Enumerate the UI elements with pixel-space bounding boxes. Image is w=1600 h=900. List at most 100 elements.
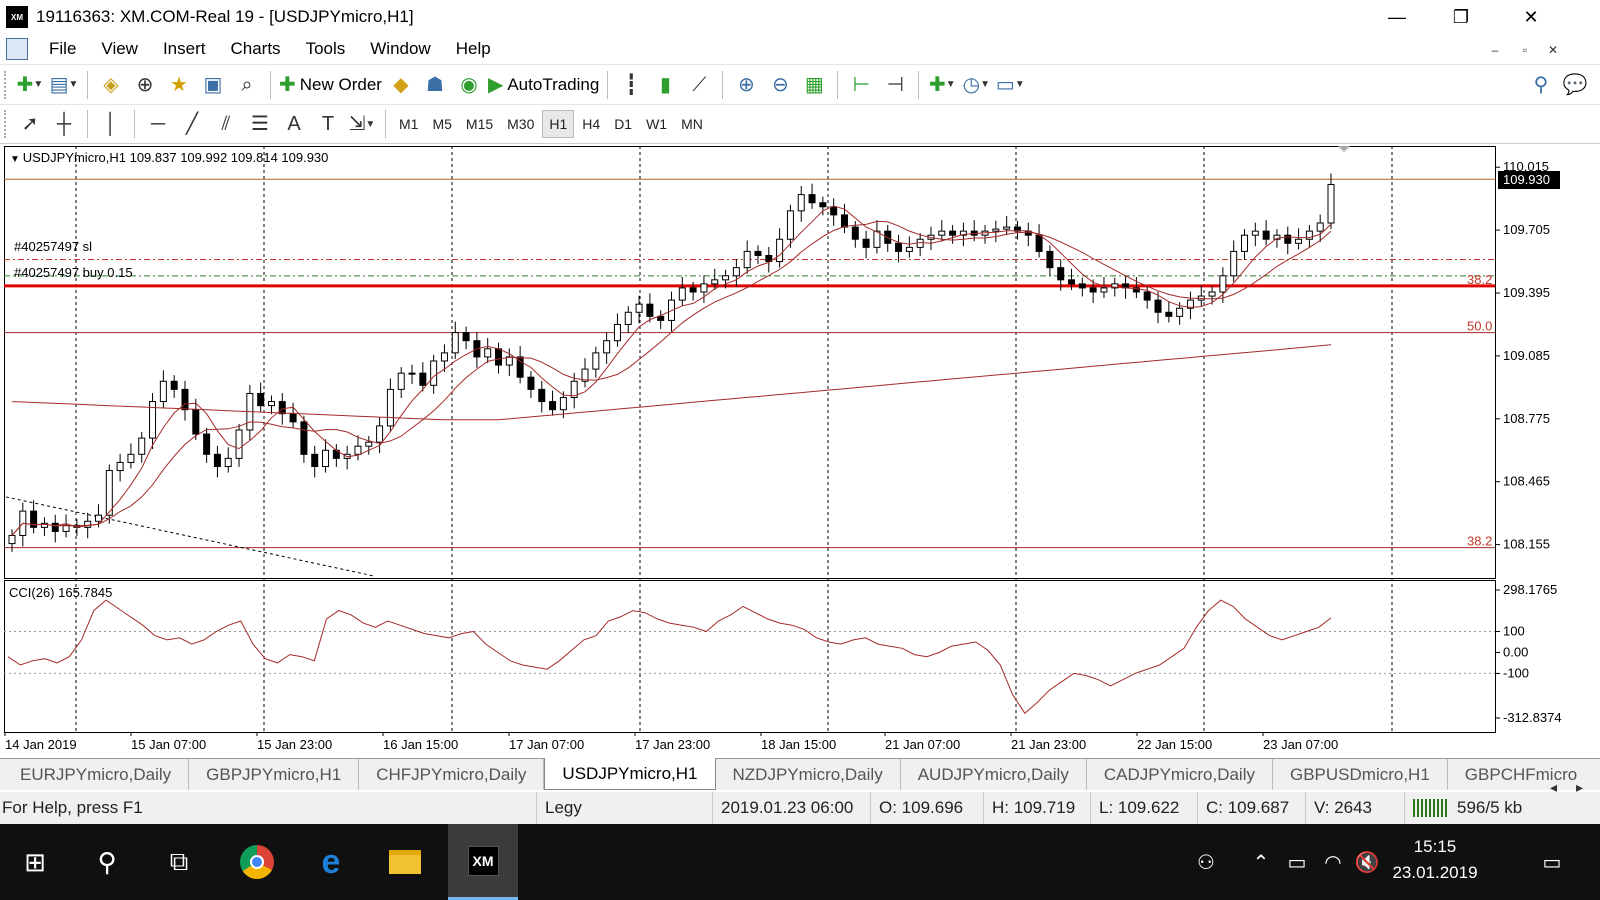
battery-button[interactable]: ▭	[1280, 824, 1314, 900]
tab-gbpjpy[interactable]: GBPJPYmicro,H1	[189, 759, 360, 790]
templates-button[interactable]: ▭ ▼	[995, 70, 1025, 100]
minimize-button[interactable]: —	[1374, 0, 1420, 34]
tab-gbpchf[interactable]: GBPCHFmicro	[1448, 759, 1594, 790]
timeframe-h1[interactable]: H1	[542, 110, 575, 138]
fib-level-label: 38.2	[1467, 272, 1492, 287]
people-button[interactable]: ⚇	[1186, 824, 1226, 900]
timeframe-m5[interactable]: M5	[426, 111, 457, 137]
horizontal-line-button[interactable]: ─	[143, 109, 173, 139]
vertical-line-button[interactable]: │	[96, 109, 126, 139]
search-taskbar-button[interactable]: ⚲	[72, 824, 142, 900]
chart-window[interactable]: 110.015 109.705 109.395 109.085 108.775 108.4…	[4, 146, 1568, 758]
terminal-button[interactable]: ▣	[198, 70, 228, 100]
tab-chfjpy[interactable]: CHFJPYmicro,Daily	[359, 759, 545, 790]
tray-overflow-button[interactable]: ⌃	[1246, 824, 1276, 900]
menu-view[interactable]: View	[97, 39, 142, 59]
text-label-button[interactable]: T	[313, 109, 343, 139]
menu-file[interactable]: File	[45, 39, 80, 59]
toolbar-separator	[837, 70, 839, 99]
crosshair-button[interactable]: ┼	[49, 109, 79, 139]
menu-charts[interactable]: Charts	[226, 39, 284, 59]
autotrading-button[interactable]: ▶ AutoTrading	[488, 70, 599, 100]
chart-window-icon[interactable]	[6, 38, 28, 60]
tab-eurjpy[interactable]: EURJPYmicro,Daily	[0, 759, 190, 790]
tile-windows-button[interactable]: ▦	[799, 70, 829, 100]
start-button[interactable]: ⊞	[0, 824, 70, 900]
gold-bar-icon: ◆	[393, 73, 409, 96]
zoom-in-button[interactable]: ⊕	[731, 70, 761, 100]
navigator-button[interactable]: ★	[164, 70, 194, 100]
timeframe-m15[interactable]: M15	[460, 111, 499, 137]
timeframe-m30[interactable]: M30	[501, 111, 540, 137]
candlestick-button[interactable]: ▮	[650, 70, 680, 100]
timeframe-d1[interactable]: D1	[608, 111, 638, 137]
market-watch-button[interactable]: ◈	[96, 70, 126, 100]
trendline-button[interactable]: ╱	[177, 109, 207, 139]
mdi-close-button[interactable]: ✕	[1542, 40, 1564, 60]
edge-button[interactable]: e	[296, 824, 366, 900]
volume-button[interactable]: 🔇	[1350, 824, 1384, 900]
candle-body	[592, 352, 600, 370]
xm-terminal-taskbar-button[interactable]: XM	[448, 824, 518, 900]
tab-audjpy[interactable]: AUDJPYmicro,Daily	[901, 759, 1087, 790]
signals-button[interactable]: ◉	[454, 70, 484, 100]
menu-insert[interactable]: Insert	[159, 39, 210, 59]
equidistant-channel-button[interactable]: ⫽	[211, 109, 241, 139]
cursor-button[interactable]: ➚	[15, 109, 45, 139]
cci-axis-label: -100	[1503, 665, 1529, 680]
status-volume: V: 2643	[1305, 792, 1372, 824]
candle-body	[408, 372, 416, 375]
status-traffic[interactable]: 596/5 kb	[1404, 792, 1522, 824]
search-button[interactable]: ⚲	[1526, 70, 1556, 100]
close-button[interactable]: ✕	[1508, 0, 1554, 34]
tab-usdjpy[interactable]: USDJPYmicro,H1	[544, 758, 716, 790]
chrome-button[interactable]	[222, 824, 292, 900]
mdi-restore-button[interactable]: ▫	[1514, 40, 1536, 60]
gold-bar-button[interactable]: ◆	[386, 70, 416, 100]
action-center-button[interactable]: ▭	[1530, 824, 1574, 900]
data-window-button[interactable]: ⊕	[130, 70, 160, 100]
toolbar-grip[interactable]	[4, 110, 7, 138]
experts-button[interactable]: ☗	[420, 70, 450, 100]
file-explorer-button[interactable]	[370, 824, 440, 900]
periods-button[interactable]: ◷ ▼	[961, 70, 991, 100]
candle-body	[116, 461, 124, 472]
candle-body	[1230, 250, 1238, 277]
strategy-tester-button[interactable]: ⌕	[232, 70, 262, 100]
menu-help[interactable]: Help	[452, 39, 495, 59]
profiles-button[interactable]: ▤ ▼	[49, 70, 79, 100]
taskbar-clock[interactable]: 15:15 23.01.2019	[1390, 834, 1480, 886]
text-button[interactable]: A	[279, 109, 309, 139]
cursor-icon: ➚	[21, 113, 39, 135]
new-chart-button[interactable]: ✚ ▼	[15, 70, 45, 100]
price-chart-svg[interactable]: 110.015109.705109.395109.085108.775108.4…	[4, 146, 1568, 758]
mdi-minimize-button[interactable]: –	[1484, 40, 1506, 60]
chart-shift-button[interactable]: ⊣	[880, 70, 910, 100]
menu-bar: File View Insert Charts Tools Window Hel…	[0, 34, 1600, 64]
chat-button[interactable]: 💬	[1560, 70, 1590, 100]
tab-gbpusd[interactable]: GBPUSDmicro,H1	[1273, 759, 1448, 790]
arrows-button[interactable]: ⇲ ▼	[347, 109, 377, 139]
indicators-button[interactable]: ✚ ▼	[927, 70, 957, 100]
fibonacci-button[interactable]: ☰	[245, 109, 275, 139]
line-chart-button[interactable]: ⟋	[684, 70, 714, 100]
bar-chart-button[interactable]: ┇	[616, 70, 646, 100]
network-button[interactable]: ◠	[1316, 824, 1350, 900]
timeframe-w1[interactable]: W1	[640, 111, 673, 137]
timeframe-mn[interactable]: MN	[675, 111, 709, 137]
task-view-button[interactable]: ⧉	[144, 824, 214, 900]
candle-body	[138, 437, 146, 455]
tab-nzdjpy[interactable]: NZDJPYmicro,Daily	[716, 759, 901, 790]
tab-cadjpy[interactable]: CADJPYmicro,Daily	[1087, 759, 1273, 790]
timeframe-h4[interactable]: H4	[576, 111, 606, 137]
toolbar-grip[interactable]	[4, 70, 7, 99]
buy-order-label: #40257497 buy 0.15	[14, 265, 133, 280]
menu-window[interactable]: Window	[366, 39, 434, 59]
timeframe-m1[interactable]: M1	[393, 111, 424, 137]
zoom-out-button[interactable]: ⊖	[765, 70, 795, 100]
menu-tools[interactable]: Tools	[302, 39, 350, 59]
restore-button[interactable]: ❐	[1438, 0, 1484, 34]
new-order-button[interactable]: ✚ New Order	[279, 70, 382, 100]
market-watch-icon: ◈	[103, 73, 119, 96]
auto-scroll-button[interactable]: ⊢	[846, 70, 876, 100]
